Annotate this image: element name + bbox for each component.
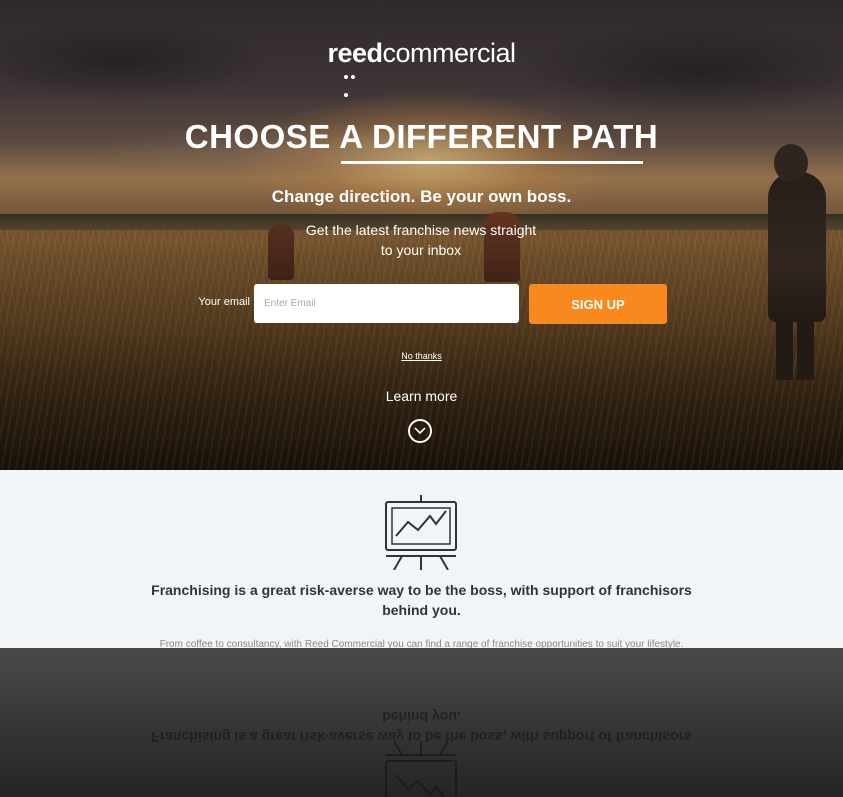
hero-section: reedcommercial CHOOSE A DIFFERENT PATH C… — [0, 0, 843, 470]
no-thanks-link[interactable]: No thanks — [0, 351, 843, 361]
learn-more-link[interactable]: Learn more — [0, 388, 843, 404]
email-field[interactable] — [254, 284, 519, 323]
logo-bold-text: reed — [327, 38, 383, 68]
email-label: Your email — [198, 296, 250, 308]
presentation-board-chart-icon — [384, 494, 458, 575]
feature-section: Franchising is a great risk-averse way t… — [0, 470, 843, 648]
page-headline: CHOOSE A DIFFERENT PATH — [184, 118, 659, 155]
logo-dots-icon — [344, 66, 364, 97]
chevron-down-icon[interactable] — [408, 419, 432, 443]
reflected-feature-heading: Franchising is a great risk-averse way t… — [151, 709, 692, 745]
page-reflection-overlay: Franchising is a great risk-averse way t… — [0, 648, 843, 797]
hero-subhead: Change direction. Be your own boss. — [271, 187, 572, 206]
headline-underline — [341, 161, 643, 164]
hero-tagline: Get the latest franchise news straight t… — [305, 222, 537, 258]
sign-up-button[interactable]: SIGN UP — [529, 284, 667, 324]
feature-heading: Franchising is a great risk-averse way t… — [151, 582, 692, 618]
logo-light-text: commercial — [382, 38, 517, 68]
feature-body: From coffee to consultancy, with Reed Co… — [159, 639, 684, 648]
reflected-content: Franchising is a great risk-averse way t… — [0, 648, 843, 797]
brand-logo[interactable]: reedcommercial — [0, 38, 843, 69]
